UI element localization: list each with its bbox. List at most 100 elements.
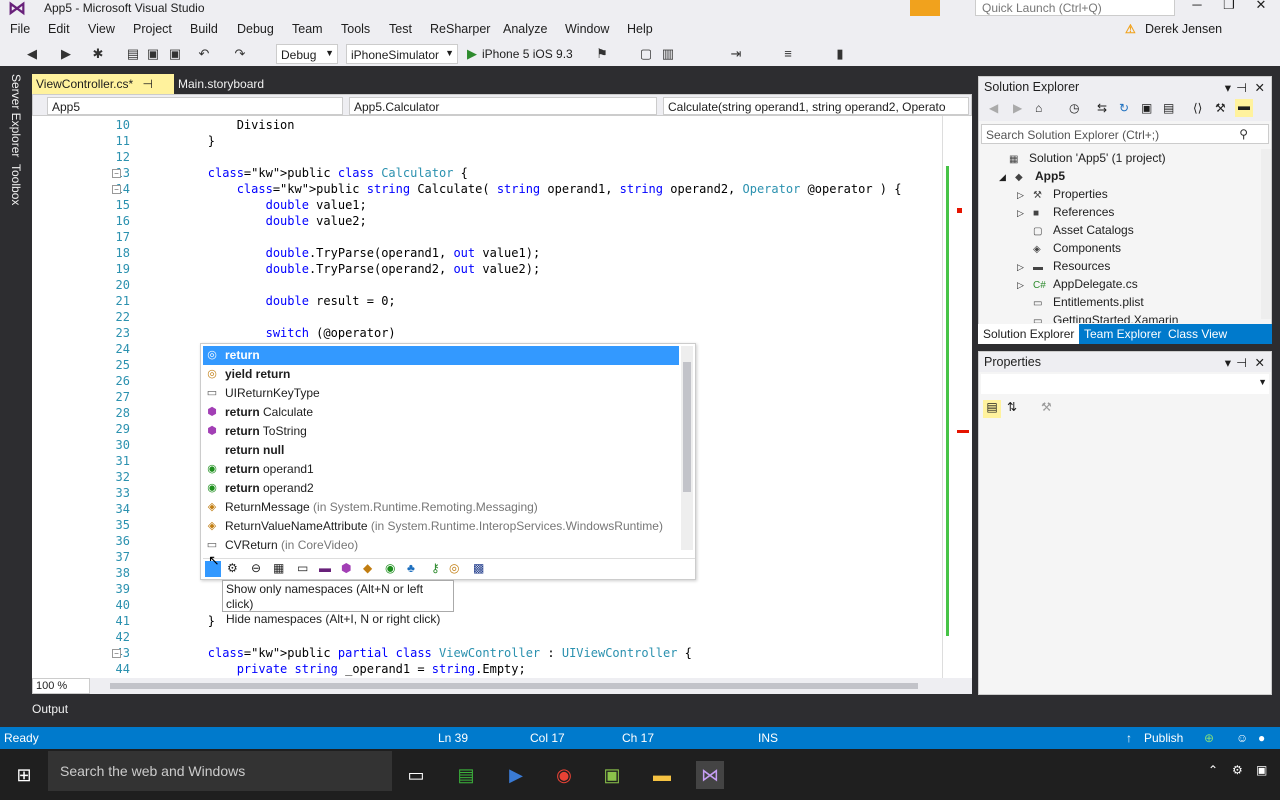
horizontal-scrollbar[interactable]: 100 % bbox=[32, 678, 972, 694]
project-select[interactable]: App5 bbox=[47, 97, 343, 115]
save-all-icon[interactable]: ▣ bbox=[167, 46, 183, 62]
notification-flag-button[interactable] bbox=[910, 0, 940, 16]
menu-analyze[interactable]: Analyze bbox=[503, 22, 547, 36]
completion-item[interactable]: ◉ return operand1 bbox=[203, 460, 679, 479]
home-icon[interactable]: ⌂ bbox=[1035, 101, 1042, 115]
output-tab[interactable]: Output bbox=[32, 702, 68, 716]
forward-icon[interactable]: ▶ bbox=[58, 46, 74, 62]
completion-item[interactable]: return null bbox=[203, 441, 679, 460]
tab-viewcontroller[interactable]: ViewController.cs* ⊣ ✕ bbox=[32, 74, 174, 105]
popup-scroll-thumb[interactable] bbox=[683, 362, 691, 492]
menu-tools[interactable]: Tools bbox=[341, 22, 370, 36]
delegate-filter-icon[interactable]: ♣ bbox=[407, 561, 415, 575]
popup-scrollbar[interactable] bbox=[681, 346, 693, 550]
server-explorer-tab[interactable]: Server Explorer bbox=[9, 74, 23, 157]
notification-icon[interactable]: ● bbox=[1258, 731, 1265, 745]
chevron-down-icon[interactable]: ▾ bbox=[1225, 80, 1231, 95]
bookmark-icon[interactable]: ▮ bbox=[832, 46, 848, 62]
device-select[interactable]: iPhone 5 iOS 9.3 bbox=[482, 47, 573, 61]
menu-help[interactable]: Help bbox=[627, 22, 653, 36]
tree-item-getting-started[interactable]: ▭ GettingStarted.Xamarin bbox=[1017, 313, 1178, 323]
menu-view[interactable]: View bbox=[88, 22, 115, 36]
taskbar-search-input[interactable]: Search the web and Windows bbox=[48, 751, 392, 791]
project-node[interactable]: ◢ ◆ App5 bbox=[999, 169, 1065, 183]
tray-network-icon[interactable]: ⚙ bbox=[1232, 763, 1243, 777]
tab-team-explorer[interactable]: Team Explorer bbox=[1084, 327, 1161, 341]
type-select[interactable]: App5.Calculator bbox=[349, 97, 657, 115]
collapse-icon[interactable]: ▣ bbox=[1141, 101, 1152, 115]
layout-icon[interactable]: ▥ bbox=[660, 46, 676, 62]
terminal-app-icon[interactable]: ▣ bbox=[598, 761, 626, 789]
publish-button[interactable]: Publish bbox=[1144, 731, 1183, 745]
notepad-app-icon[interactable]: ▤ bbox=[452, 761, 480, 789]
attach-icon[interactable]: ⚑ bbox=[594, 46, 610, 62]
configuration-select[interactable]: Debug ▼ bbox=[276, 44, 338, 64]
menu-test[interactable]: Test bbox=[389, 22, 412, 36]
platform-select[interactable]: iPhoneSimulator ▼ bbox=[346, 44, 458, 64]
menu-file[interactable]: File bbox=[10, 22, 30, 36]
completion-item[interactable]: ◎ return bbox=[203, 346, 679, 365]
back-icon[interactable]: ◀ bbox=[989, 101, 998, 115]
tree-scrollbar[interactable] bbox=[1261, 149, 1271, 319]
preview-icon[interactable]: ▬ bbox=[1235, 99, 1253, 117]
tab-main-storyboard[interactable]: Main.storyboard bbox=[174, 74, 304, 94]
completion-item[interactable]: ⬢ return ToString bbox=[203, 422, 679, 441]
completion-item[interactable]: ◉ return operand2 bbox=[203, 479, 679, 498]
struct-filter-icon[interactable]: ▭ bbox=[297, 561, 308, 575]
show-all-icon[interactable]: ▤ bbox=[1163, 101, 1174, 115]
chevron-down-icon[interactable]: ▾ bbox=[1225, 355, 1231, 370]
field-filter-icon[interactable]: ◉ bbox=[385, 561, 395, 575]
user-name[interactable]: Derek Jensen bbox=[1145, 22, 1222, 36]
tree-item-resources[interactable]: ▷ ▬ Resources bbox=[1017, 259, 1110, 273]
snippet-filter-icon[interactable]: ▩ bbox=[473, 561, 484, 575]
forward-icon[interactable]: ▶ bbox=[1013, 101, 1022, 115]
chrome-app-icon[interactable]: ◉ bbox=[550, 761, 578, 789]
menu-window[interactable]: Window bbox=[565, 22, 609, 36]
expand-arrow-icon[interactable]: ◢ bbox=[999, 172, 1015, 183]
toolbox-tab[interactable]: Toolbox bbox=[9, 164, 23, 205]
close-icon[interactable]: ✕ bbox=[1255, 80, 1265, 95]
publish-arrow-icon[interactable]: ↑ bbox=[1126, 731, 1132, 745]
new-project-icon[interactable]: ✱ bbox=[90, 46, 106, 62]
expand-arrow-icon[interactable]: ▷ bbox=[1017, 280, 1033, 291]
method-cube-filter-icon[interactable]: ⬢ bbox=[341, 561, 351, 575]
device-icon[interactable]: ▢ bbox=[638, 46, 654, 62]
method-filter-icon[interactable]: ⚙ bbox=[227, 561, 238, 575]
alphabetical-icon[interactable]: ⇅ bbox=[1007, 400, 1017, 414]
solution-search-input[interactable]: Search Solution Explorer (Ctrl+;) ⚲ bbox=[981, 124, 1269, 144]
completion-item[interactable]: ◎ yield return bbox=[203, 365, 679, 384]
tray-volume-icon[interactable]: ▣ bbox=[1256, 763, 1267, 777]
class-filter-icon[interactable]: ▦ bbox=[273, 561, 284, 575]
file-explorer-icon[interactable]: ▬ bbox=[648, 761, 676, 789]
completion-item[interactable]: ◈ ReturnMessage (in System.Runtime.Remoti… bbox=[203, 498, 679, 517]
tree-item-appdelegate[interactable]: ▷ C# AppDelegate.cs bbox=[1017, 277, 1138, 291]
warning-icon[interactable]: ⚠ bbox=[1125, 22, 1136, 36]
maximize-button[interactable]: ❐ bbox=[1214, 0, 1244, 15]
completion-item[interactable]: ◈ ReturnValueNameAttribute (in System.Run… bbox=[203, 517, 679, 536]
tree-item-entitlements[interactable]: ▭ Entitlements.plist bbox=[1017, 295, 1144, 309]
categorized-icon[interactable]: ▤ bbox=[983, 400, 1001, 418]
feedback-icon[interactable]: ☺ bbox=[1236, 731, 1248, 745]
tree-item-asset-catalogs[interactable]: ▢ Asset Catalogs bbox=[1017, 223, 1134, 237]
fold-toggle-icon[interactable]: − bbox=[112, 169, 121, 178]
properties-wrench-icon[interactable]: ⚒ bbox=[1215, 101, 1226, 115]
pin-icon[interactable]: ⊣ bbox=[143, 77, 153, 91]
close-icon[interactable]: ✕ bbox=[1255, 355, 1265, 370]
powershell-app-icon[interactable]: ▶ bbox=[502, 761, 530, 789]
sync-icon[interactable]: ⇆ bbox=[1097, 101, 1107, 115]
member-select[interactable]: Calculate(string operand1, string operan… bbox=[663, 97, 969, 115]
windows-start-icon[interactable]: ⊞ bbox=[10, 761, 38, 789]
menu-build[interactable]: Build bbox=[190, 22, 218, 36]
zoom-select[interactable]: 100 % bbox=[32, 678, 90, 694]
pin-icon[interactable]: ⊣ bbox=[1236, 355, 1247, 370]
menu-resharper[interactable]: ReSharper bbox=[430, 22, 490, 36]
redo-icon[interactable]: ↷ bbox=[232, 46, 248, 62]
save-icon[interactable]: ▣ bbox=[145, 46, 161, 62]
minimize-button[interactable]: ─ bbox=[1182, 0, 1212, 15]
event-filter-icon[interactable]: ◆ bbox=[363, 561, 372, 575]
close-button[interactable]: ✕ bbox=[1246, 0, 1276, 15]
tree-item-properties[interactable]: ▷ ⚒ Properties bbox=[1017, 187, 1108, 201]
comment-icon[interactable]: ≡ bbox=[780, 46, 796, 62]
editor-scrollbar[interactable] bbox=[942, 116, 972, 678]
tree-item-components[interactable]: ◈ Components bbox=[1017, 241, 1121, 255]
